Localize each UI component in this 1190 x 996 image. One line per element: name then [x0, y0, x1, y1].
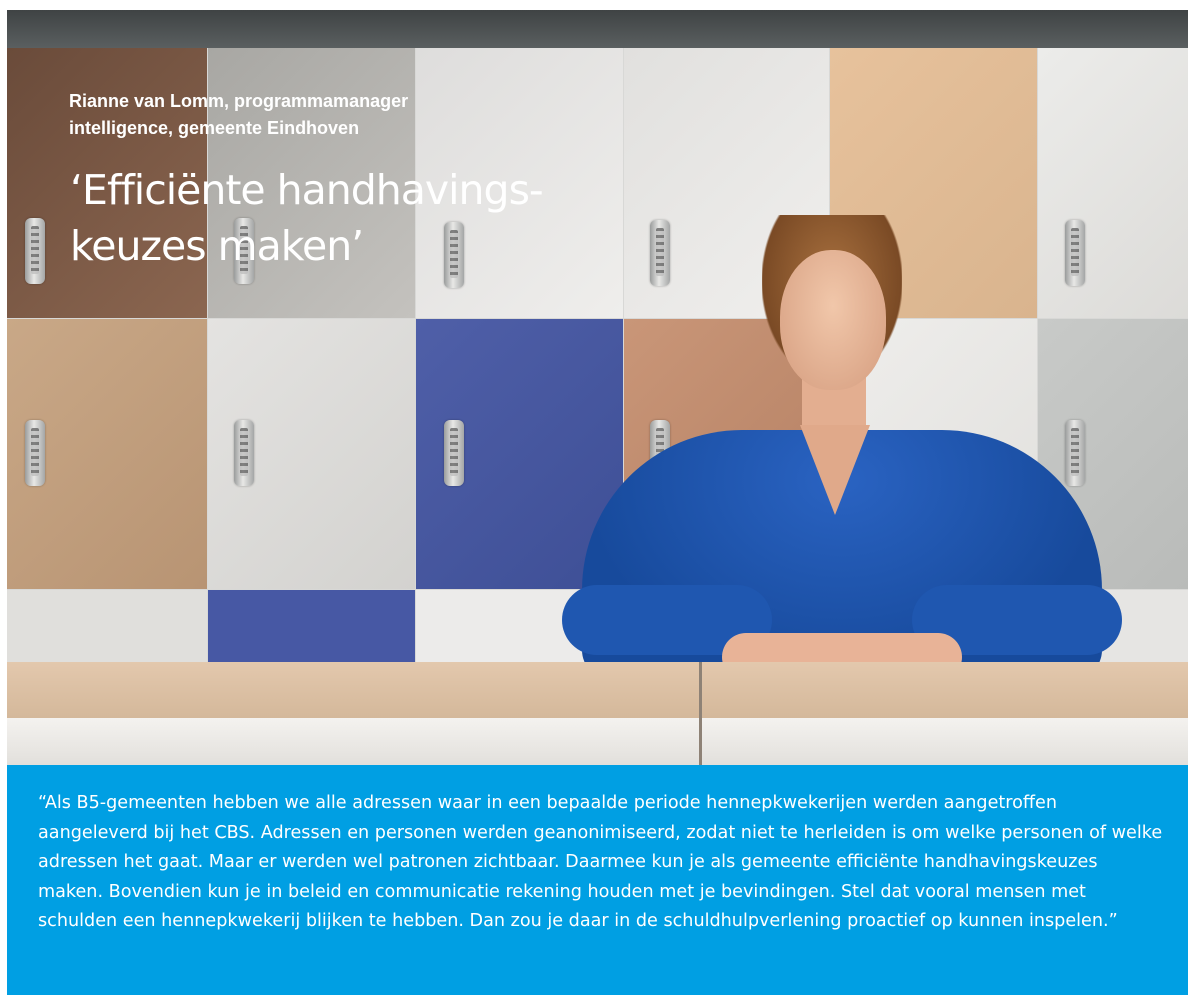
counter-top	[7, 662, 1188, 722]
person-figure	[562, 215, 1122, 695]
article-page: Rianne van Lomm, programmamanager intell…	[0, 0, 1190, 996]
headline: ‘Efficiënte handhavings- keuzes maken’	[70, 166, 544, 270]
locker-panel	[208, 590, 415, 665]
locker-panel	[7, 590, 207, 665]
quote-box: “Als B5-gemeenten hebben we alle adresse…	[7, 765, 1188, 995]
keypad-lock-icon	[234, 420, 254, 486]
ceiling	[7, 10, 1188, 48]
keypad-lock-icon	[25, 420, 45, 486]
keypad-lock-icon	[444, 420, 464, 486]
keypad-lock-icon	[25, 218, 45, 284]
quote-text: “Als B5-gemeenten hebben we alle adresse…	[38, 793, 1163, 932]
counter-seam	[699, 662, 702, 765]
face	[780, 250, 886, 390]
byline: Rianne van Lomm, programmamanager intell…	[69, 91, 409, 138]
counter-front	[7, 718, 1188, 765]
